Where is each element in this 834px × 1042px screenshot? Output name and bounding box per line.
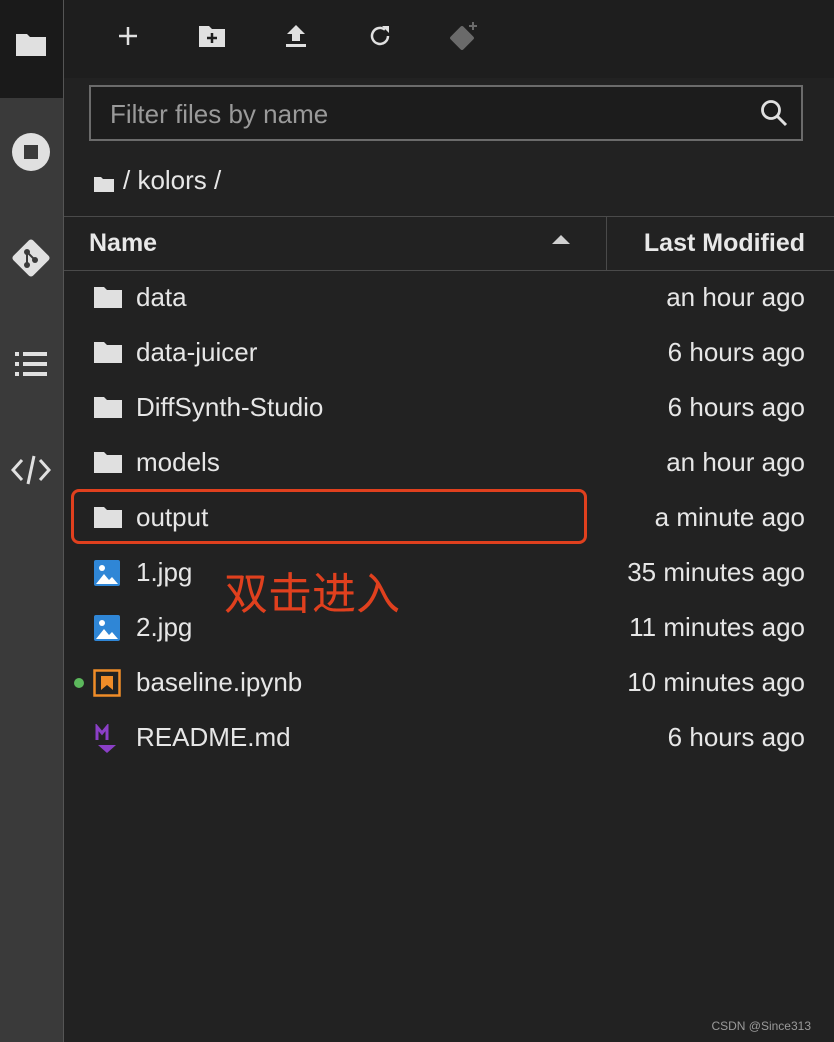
file-row[interactable]: output a minute ago <box>64 491 834 546</box>
file-row[interactable]: data an hour ago <box>64 271 834 326</box>
filter-box <box>89 85 803 141</box>
file-modified: an hour ago <box>666 282 805 312</box>
filter-input[interactable] <box>108 87 752 141</box>
plus-icon[interactable] <box>106 14 150 58</box>
watermark: CSDN @Since313 <box>711 1019 811 1033</box>
folder-plus-icon[interactable] <box>190 14 234 58</box>
file-row[interactable]: 1.jpg 35 minutes ago <box>64 546 834 601</box>
folder-icon <box>93 449 123 477</box>
file-name: README.md <box>136 722 291 752</box>
annotation-text: 双击进入 <box>224 569 400 620</box>
folder-icon <box>93 284 123 312</box>
file-modified: 10 minutes ago <box>627 667 805 697</box>
file-row[interactable]: models an hour ago <box>64 436 834 491</box>
git-icon[interactable] <box>9 236 53 280</box>
file-browser-toolbar <box>64 0 834 78</box>
file-modified: 6 hours ago <box>667 722 805 752</box>
running-indicator <box>74 678 84 688</box>
file-name: data <box>136 282 187 312</box>
activity-bar <box>0 0 64 1042</box>
breadcrumb-path[interactable]: / kolors / <box>123 165 221 196</box>
file-row[interactable]: README.md 6 hours ago <box>64 711 834 766</box>
file-row[interactable]: data-juicer 6 hours ago <box>64 326 834 381</box>
stop-circle-icon[interactable] <box>9 130 53 174</box>
code-icon[interactable] <box>9 448 53 492</box>
folder-icon[interactable] <box>9 22 53 66</box>
file-name: models <box>136 447 220 477</box>
file-list-header: Name Last Modified <box>64 216 834 271</box>
git-clone-icon[interactable] <box>442 14 486 58</box>
notebook-icon <box>93 669 123 697</box>
file-row[interactable]: baseline.ipynb 10 minutes ago <box>64 656 834 711</box>
file-modified: a minute ago <box>654 502 805 532</box>
file-row[interactable]: 2.jpg 11 minutes ago <box>64 601 834 656</box>
folder-icon <box>93 339 123 367</box>
column-modified-header[interactable]: Last Modified <box>644 229 805 258</box>
file-modified: 35 minutes ago <box>627 557 805 587</box>
file-modified: 11 minutes ago <box>629 612 805 642</box>
breadcrumb: / kolors / <box>93 162 221 198</box>
file-name: output <box>136 502 209 532</box>
column-name-header[interactable]: Name <box>89 229 157 258</box>
file-row[interactable]: DiffSynth-Studio 6 hours ago <box>64 381 834 436</box>
file-name: baseline.ipynb <box>136 667 303 697</box>
file-name: 2.jpg <box>136 612 193 642</box>
image-icon <box>93 614 123 642</box>
search-icon[interactable] <box>759 98 789 128</box>
file-name: DiffSynth-Studio <box>136 392 324 422</box>
sort-ascending-icon[interactable] <box>552 235 570 244</box>
folder-icon <box>93 394 123 422</box>
markdown-icon <box>93 722 123 753</box>
file-name: 1.jpg <box>136 557 193 587</box>
folder-icon <box>93 504 123 532</box>
list-icon[interactable] <box>9 342 53 386</box>
refresh-icon[interactable] <box>358 14 402 58</box>
image-icon <box>93 559 123 587</box>
file-modified: 6 hours ago <box>667 392 805 422</box>
file-modified: 6 hours ago <box>667 337 805 367</box>
file-modified: an hour ago <box>666 447 805 477</box>
column-divider[interactable] <box>606 217 607 270</box>
file-name: data-juicer <box>136 337 258 367</box>
folder-icon[interactable] <box>93 170 115 192</box>
upload-icon[interactable] <box>274 14 318 58</box>
